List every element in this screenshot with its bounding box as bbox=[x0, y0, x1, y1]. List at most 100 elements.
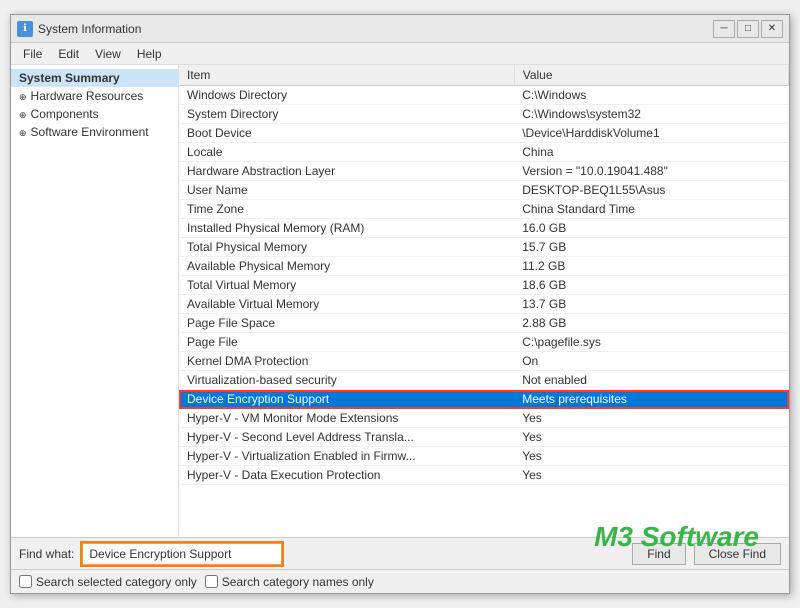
title-controls: ─ □ ✕ bbox=[713, 20, 783, 38]
cell-value: C:\Windows\system32 bbox=[514, 105, 788, 124]
sidebar-item-system-summary[interactable]: System Summary bbox=[11, 69, 178, 87]
checkbox-names-only[interactable]: Search category names only bbox=[205, 575, 374, 589]
window-title: System Information bbox=[38, 22, 141, 36]
menu-bar: File Edit View Help bbox=[11, 43, 789, 65]
cell-value: China Standard Time bbox=[514, 200, 788, 219]
table-row[interactable]: LocaleChina bbox=[179, 143, 789, 162]
cell-value: C:\pagefile.sys bbox=[514, 333, 788, 352]
sidebar-item-components[interactable]: ⊕Components bbox=[11, 105, 178, 123]
cell-value: Meets prerequisites bbox=[514, 390, 788, 409]
minimize-button[interactable]: ─ bbox=[713, 20, 735, 38]
cell-item: Device Encryption Support bbox=[179, 390, 514, 409]
info-table: Item Value Windows DirectoryC:\WindowsSy… bbox=[179, 65, 789, 485]
cell-value: 18.6 GB bbox=[514, 276, 788, 295]
close-button[interactable]: ✕ bbox=[761, 20, 783, 38]
table-row[interactable]: Virtualization-based securityNot enabled bbox=[179, 371, 789, 390]
maximize-button[interactable]: □ bbox=[737, 20, 759, 38]
table-row[interactable]: Hyper-V - Second Level Address Transla..… bbox=[179, 428, 789, 447]
sidebar: System Summary ⊕Hardware Resources ⊕Comp… bbox=[11, 65, 179, 537]
table-row[interactable]: Total Virtual Memory18.6 GB bbox=[179, 276, 789, 295]
cell-value: Version = "10.0.19041.488" bbox=[514, 162, 788, 181]
cell-item: Page File bbox=[179, 333, 514, 352]
table-row[interactable]: Kernel DMA ProtectionOn bbox=[179, 352, 789, 371]
table-row[interactable]: Hardware Abstraction LayerVersion = "10.… bbox=[179, 162, 789, 181]
cell-value: Yes bbox=[514, 409, 788, 428]
cell-value: Not enabled bbox=[514, 371, 788, 390]
main-area: System Summary ⊕Hardware Resources ⊕Comp… bbox=[11, 65, 789, 537]
expand-icon-software: ⊕ bbox=[19, 128, 27, 139]
cell-item: User Name bbox=[179, 181, 514, 200]
checkbox-selected-category[interactable]: Search selected category only bbox=[19, 575, 197, 589]
find-input[interactable] bbox=[82, 543, 282, 565]
table-header: Item Value bbox=[179, 65, 789, 86]
table-container[interactable]: Item Value Windows DirectoryC:\WindowsSy… bbox=[179, 65, 789, 537]
cell-item: Hyper-V - VM Monitor Mode Extensions bbox=[179, 409, 514, 428]
table-row[interactable]: Time ZoneChina Standard Time bbox=[179, 200, 789, 219]
cell-value: C:\Windows bbox=[514, 86, 788, 105]
cell-item: Windows Directory bbox=[179, 86, 514, 105]
table-row[interactable]: Available Physical Memory11.2 GB bbox=[179, 257, 789, 276]
menu-help[interactable]: Help bbox=[129, 46, 170, 62]
find-label: Find what: bbox=[19, 547, 74, 561]
sidebar-item-software-environment[interactable]: ⊕Software Environment bbox=[11, 123, 178, 141]
table-row[interactable]: Hyper-V - VM Monitor Mode ExtensionsYes bbox=[179, 409, 789, 428]
table-row[interactable]: Boot Device\Device\HarddiskVolume1 bbox=[179, 124, 789, 143]
table-row[interactable]: Page File Space2.88 GB bbox=[179, 314, 789, 333]
menu-edit[interactable]: Edit bbox=[50, 46, 87, 62]
table-row[interactable]: Windows DirectoryC:\Windows bbox=[179, 86, 789, 105]
expand-icon-hardware: ⊕ bbox=[19, 92, 27, 103]
cell-item: System Directory bbox=[179, 105, 514, 124]
cell-item: Locale bbox=[179, 143, 514, 162]
cell-item: Page File Space bbox=[179, 314, 514, 333]
sidebar-item-hardware-resources[interactable]: ⊕Hardware Resources bbox=[11, 87, 178, 105]
find-bar: Find what: Find Close Find bbox=[11, 537, 789, 569]
col-value: Value bbox=[514, 65, 788, 86]
cell-item: Hyper-V - Second Level Address Transla..… bbox=[179, 428, 514, 447]
table-row[interactable]: User NameDESKTOP-BEQ1L55\Asus bbox=[179, 181, 789, 200]
cell-item: Boot Device bbox=[179, 124, 514, 143]
checkbox-selected-category-input[interactable] bbox=[19, 575, 32, 588]
table-row[interactable]: Total Physical Memory15.7 GB bbox=[179, 238, 789, 257]
table-body: Windows DirectoryC:\WindowsSystem Direct… bbox=[179, 86, 789, 485]
title-bar: ℹ System Information ─ □ ✕ bbox=[11, 15, 789, 43]
table-row[interactable]: Installed Physical Memory (RAM)16.0 GB bbox=[179, 219, 789, 238]
cell-value: Yes bbox=[514, 447, 788, 466]
cell-value: Yes bbox=[514, 466, 788, 485]
checkbox-selected-category-label: Search selected category only bbox=[36, 575, 197, 589]
find-button[interactable]: Find bbox=[632, 543, 685, 565]
cell-value: Yes bbox=[514, 428, 788, 447]
cell-item: Kernel DMA Protection bbox=[179, 352, 514, 371]
table-row[interactable]: Available Virtual Memory13.7 GB bbox=[179, 295, 789, 314]
cell-item: Available Virtual Memory bbox=[179, 295, 514, 314]
cell-value: 16.0 GB bbox=[514, 219, 788, 238]
checkbox-names-only-input[interactable] bbox=[205, 575, 218, 588]
col-item: Item bbox=[179, 65, 514, 86]
window-icon: ℹ bbox=[17, 21, 33, 37]
cell-value: DESKTOP-BEQ1L55\Asus bbox=[514, 181, 788, 200]
system-information-window: ℹ System Information ─ □ ✕ File Edit Vie… bbox=[10, 14, 790, 594]
close-find-button[interactable]: Close Find bbox=[694, 543, 781, 565]
title-bar-left: ℹ System Information bbox=[17, 21, 141, 37]
status-bar: Search selected category only Search cat… bbox=[11, 569, 789, 593]
cell-value: China bbox=[514, 143, 788, 162]
table-row[interactable]: Hyper-V - Virtualization Enabled in Firm… bbox=[179, 447, 789, 466]
table-row[interactable]: Page FileC:\pagefile.sys bbox=[179, 333, 789, 352]
cell-item: Total Virtual Memory bbox=[179, 276, 514, 295]
cell-item: Total Physical Memory bbox=[179, 238, 514, 257]
table-row[interactable]: Hyper-V - Data Execution ProtectionYes bbox=[179, 466, 789, 485]
cell-value: 13.7 GB bbox=[514, 295, 788, 314]
cell-item: Hyper-V - Virtualization Enabled in Firm… bbox=[179, 447, 514, 466]
table-row[interactable]: Device Encryption SupportMeets prerequis… bbox=[179, 390, 789, 409]
cell-value: 11.2 GB bbox=[514, 257, 788, 276]
menu-file[interactable]: File bbox=[15, 46, 50, 62]
cell-value: 2.88 GB bbox=[514, 314, 788, 333]
cell-value: \Device\HarddiskVolume1 bbox=[514, 124, 788, 143]
cell-item: Hardware Abstraction Layer bbox=[179, 162, 514, 181]
cell-item: Installed Physical Memory (RAM) bbox=[179, 219, 514, 238]
cell-item: Virtualization-based security bbox=[179, 371, 514, 390]
cell-value: On bbox=[514, 352, 788, 371]
table-row[interactable]: System DirectoryC:\Windows\system32 bbox=[179, 105, 789, 124]
menu-view[interactable]: View bbox=[87, 46, 129, 62]
content-area: Item Value Windows DirectoryC:\WindowsSy… bbox=[179, 65, 789, 537]
cell-item: Time Zone bbox=[179, 200, 514, 219]
